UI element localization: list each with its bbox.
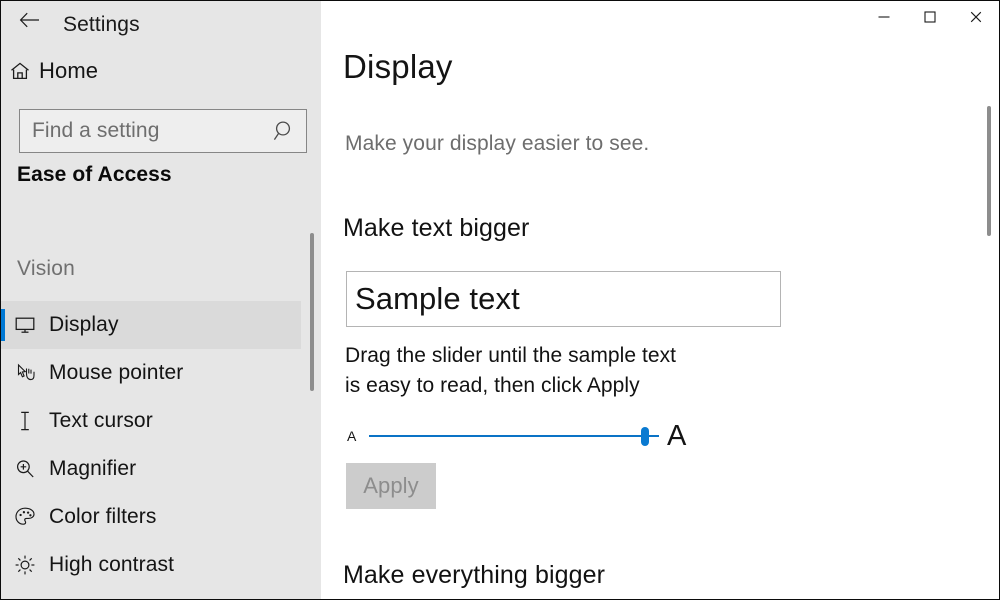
sidebar: Settings Home Find a setting Ease of (1, 1, 321, 600)
sidebar-item-label: Text cursor (49, 409, 153, 433)
sidebar-item-text-cursor[interactable]: Text cursor (1, 397, 301, 445)
slider-instructions: Drag the slider until the sample text is… (345, 341, 795, 401)
sidebar-nav-list: Display Mouse pointer (1, 301, 301, 589)
slider-min-label: A (347, 428, 369, 444)
close-button[interactable] (953, 1, 999, 33)
page-title: Display (343, 48, 453, 86)
sidebar-item-label: Color filters (49, 505, 157, 529)
home-icon (1, 62, 39, 80)
slider-max-label: A (667, 422, 686, 451)
page-subtitle: Make your display easier to see. (345, 132, 649, 156)
back-arrow-icon[interactable] (13, 5, 45, 35)
search-input[interactable]: Find a setting (19, 109, 307, 153)
hand-pointer-icon (1, 362, 49, 384)
maximize-button[interactable] (907, 1, 953, 33)
brightness-icon (1, 554, 49, 576)
sample-text-value: Sample text (347, 281, 520, 317)
slider-instructions-line1: Drag the slider until the sample text (345, 341, 795, 371)
sidebar-item-label-home: Home (39, 58, 98, 84)
sidebar-item-label: Magnifier (49, 457, 136, 481)
category-title: Ease of Access (17, 163, 172, 187)
sidebar-item-label: High contrast (49, 553, 174, 577)
search-input-placeholder: Find a setting (20, 119, 262, 143)
search-icon[interactable] (262, 119, 306, 143)
minimize-button[interactable] (861, 1, 907, 33)
sidebar-titlebar: Settings (1, 1, 321, 45)
selection-indicator (1, 309, 5, 341)
slider-instructions-line2: is easy to read, then click Apply (345, 371, 795, 401)
palette-icon (1, 506, 49, 528)
sidebar-item-display[interactable]: Display (1, 301, 301, 349)
sample-text-preview: Sample text (346, 271, 781, 327)
text-cursor-icon (1, 410, 49, 432)
magnifier-icon (1, 458, 49, 480)
sidebar-group-heading: Vision (17, 257, 75, 281)
main-content: Display Make your display easier to see.… (321, 1, 999, 599)
sidebar-item-color-filters[interactable]: Color filters (1, 493, 301, 541)
sidebar-item-magnifier[interactable]: Magnifier (1, 445, 301, 493)
sidebar-scrollbar[interactable] (310, 233, 314, 391)
slider-track (369, 435, 659, 437)
main-scrollbar-thumb[interactable] (987, 106, 991, 236)
sidebar-item-home[interactable]: Home (1, 53, 301, 89)
settings-window: Settings Home Find a setting Ease of (0, 0, 1000, 600)
sidebar-item-high-contrast[interactable]: High contrast (1, 541, 301, 589)
apply-button[interactable]: Apply (346, 463, 436, 509)
app-title: Settings (63, 13, 140, 37)
monitor-icon (1, 316, 49, 334)
sidebar-item-mouse-pointer[interactable]: Mouse pointer (1, 349, 301, 397)
sidebar-item-label: Display (49, 313, 119, 337)
slider-track-wrapper[interactable] (369, 421, 659, 451)
text-size-slider[interactable]: A A (347, 419, 717, 453)
section-heading-make-everything-bigger: Make everything bigger (343, 561, 605, 590)
sidebar-item-label: Mouse pointer (49, 361, 183, 385)
window-controls (861, 1, 999, 37)
section-heading-make-text-bigger: Make text bigger (343, 214, 529, 243)
slider-thumb[interactable] (641, 427, 649, 446)
